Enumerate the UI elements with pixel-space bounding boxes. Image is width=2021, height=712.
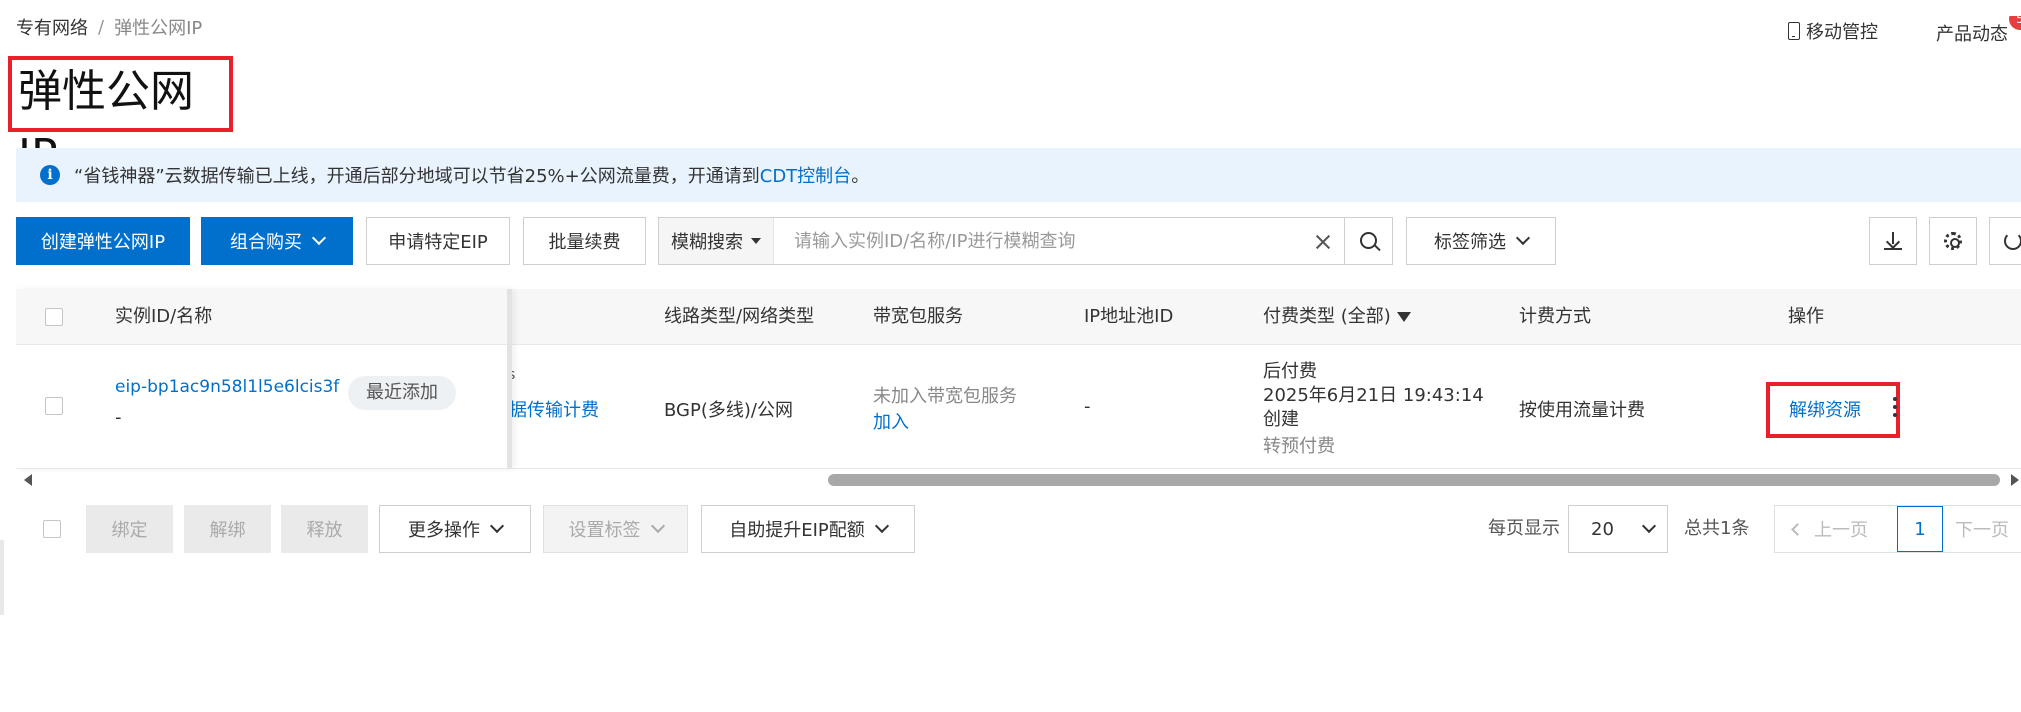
scroll-left-icon[interactable] xyxy=(24,474,32,486)
download-button[interactable] xyxy=(1869,217,1917,265)
mobile-control-label: 移动管控 xyxy=(1806,22,1878,43)
total-count: 总共1条 xyxy=(1684,518,1750,539)
col-ops: 操作 xyxy=(1788,306,1824,327)
created-time: 2025年6月21日 19:43:14 xyxy=(1263,385,1484,406)
release-label: 释放 xyxy=(306,520,343,541)
refresh-icon xyxy=(2004,232,2021,250)
set-tags-label: 设置标签 xyxy=(568,520,641,541)
ip-pool-value: - xyxy=(1084,396,1091,417)
create-eip-button[interactable]: 创建弹性公网IP xyxy=(16,217,190,265)
breadcrumb-separator: / xyxy=(98,16,105,38)
mobile-phone-icon xyxy=(1788,22,1800,40)
mobile-control-link[interactable]: 移动管控 xyxy=(1788,18,1878,44)
auto-quota-label: 自助提升EIP配额 xyxy=(729,520,865,541)
bottom-select-all-checkbox[interactable] xyxy=(43,520,61,538)
col-ip-pool: IP地址池ID xyxy=(1084,306,1174,327)
bandwidth-status: 未加入带宽包服务 xyxy=(873,386,1017,407)
convert-prepaid-link[interactable]: 转预付费 xyxy=(1263,432,1335,458)
billing-value: 按使用流量计费 xyxy=(1519,400,1645,421)
prev-page-button[interactable]: 上一页 xyxy=(1775,516,1897,542)
search-mode-label: 模糊搜索 xyxy=(671,232,743,253)
col-pay-type[interactable]: 付费类型 (全部) xyxy=(1263,289,1411,345)
more-vertical-icon[interactable] xyxy=(1893,397,1897,417)
current-page-button[interactable]: 1 xyxy=(1897,506,1943,552)
col-billing: 计费方式 xyxy=(1519,306,1591,327)
info-icon: i xyxy=(40,165,60,185)
combo-buy-label: 组合购买 xyxy=(230,232,302,253)
tag-filter-button[interactable]: 标签筛选 xyxy=(1406,217,1556,265)
tag-filter-label: 标签筛选 xyxy=(1434,232,1506,253)
breadcrumb: 专有网络 / 弹性公网IP xyxy=(16,14,202,40)
billing-link[interactable]: 据传输计费 xyxy=(509,396,599,422)
auto-quota-button[interactable]: 自助提升EIP配额 xyxy=(701,505,915,553)
breadcrumb-current: 弹性公网IP xyxy=(114,18,203,39)
caret-down-icon xyxy=(751,238,761,244)
search-box: 模糊搜索 xyxy=(658,217,1393,265)
download-icon xyxy=(1884,232,1902,250)
create-eip-label: 创建弹性公网IP xyxy=(40,232,166,253)
chevron-left-icon xyxy=(1791,522,1804,536)
filter-icon[interactable] xyxy=(1396,312,1411,322)
bind-button[interactable]: 绑定 xyxy=(86,505,173,553)
breadcrumb-parent[interactable]: 专有网络 xyxy=(16,14,88,40)
col-bandwidth-pkg: 带宽包服务 xyxy=(873,306,963,327)
bind-label: 绑定 xyxy=(111,520,148,541)
page-size-value: 20 xyxy=(1591,518,1614,540)
notice-banner: i “省钱神器”云数据传输已上线，开通后部分地域可以节省25%+公网流量费，开通… xyxy=(16,148,2021,202)
batch-renew-label: 批量续费 xyxy=(548,232,621,253)
apply-specific-eip-button[interactable]: 申请特定EIP xyxy=(366,217,510,265)
per-page-label: 每页显示 xyxy=(1488,518,1560,539)
pay-type-value: 后付费 xyxy=(1263,361,1317,382)
cdt-console-link[interactable]: CDT控制台 xyxy=(760,162,851,188)
refresh-button[interactable] xyxy=(1989,217,2021,265)
more-ops-label: 更多操作 xyxy=(408,520,480,541)
pagination: 上一页 1 下一页 xyxy=(1774,505,2021,553)
product-news-link[interactable]: 产品动态 5 xyxy=(1936,16,2021,46)
next-page-label: 下一页 xyxy=(1955,520,2009,541)
unbind-button[interactable]: 解绑 xyxy=(184,505,271,553)
chevron-down-icon xyxy=(650,518,665,534)
created-label: 创建 xyxy=(1263,409,1299,430)
chevron-down-icon xyxy=(874,518,889,534)
col-line-type: 线路类型/网络类型 xyxy=(664,306,815,327)
left-edge-divider xyxy=(0,540,4,615)
fixed-column-shadow xyxy=(16,289,512,469)
next-page-button[interactable]: 下一页 xyxy=(1943,516,2021,542)
chevron-down-icon xyxy=(489,518,505,534)
header-actions: 移动管控 产品动态 5 xyxy=(1788,16,2021,46)
prev-page-label: 上一页 xyxy=(1814,520,1868,541)
chevron-down-icon xyxy=(1515,230,1531,246)
page-size-select[interactable]: 20 xyxy=(1568,505,1668,553)
search-mode-select[interactable]: 模糊搜索 xyxy=(659,218,774,264)
product-news-label: 产品动态 xyxy=(1936,24,2008,45)
scroll-thumb[interactable] xyxy=(828,474,2000,486)
batch-renew-button[interactable]: 批量续费 xyxy=(523,217,646,265)
search-input[interactable] xyxy=(774,218,1300,264)
horizontal-scrollbar[interactable] xyxy=(16,469,2021,491)
chevron-down-icon xyxy=(311,230,327,246)
notice-suffix: 。 xyxy=(851,166,870,187)
scroll-right-icon[interactable] xyxy=(2011,474,2019,486)
line-type-value: BGP(多线)/公网 xyxy=(664,400,793,421)
clear-icon[interactable] xyxy=(1300,218,1344,264)
settings-button[interactable] xyxy=(1929,217,1977,265)
more-ops-button[interactable]: 更多操作 xyxy=(379,505,531,553)
page-title-highlight: 弹性公网IP xyxy=(8,56,233,181)
gear-icon xyxy=(1944,232,1962,250)
bottom-bar: 绑定 解绑 释放 更多操作 设置标签 自助提升EIP配额 每页显示 20 总共1… xyxy=(16,505,2021,553)
col-pay-type-label: 付费类型 (全部) xyxy=(1263,306,1391,327)
toolbar: 创建弹性公网IP 组合购买 申请特定EIP 批量续费 模糊搜索 标签筛选 xyxy=(16,217,2021,265)
chevron-down-icon xyxy=(1641,518,1656,534)
search-icon[interactable] xyxy=(1344,218,1392,264)
unbind-label: 解绑 xyxy=(209,520,246,541)
bandwidth-join-link[interactable]: 加入 xyxy=(873,408,909,434)
release-button[interactable]: 释放 xyxy=(281,505,368,553)
notice-text: “省钱神器”云数据传输已上线，开通后部分地域可以节省25%+公网流量费，开通请到 xyxy=(74,166,760,187)
set-tags-button[interactable]: 设置标签 xyxy=(543,505,688,553)
unbind-highlight xyxy=(1766,382,1900,438)
eip-table: 实例ID/名称 线路类型/网络类型 带宽包服务 IP地址池ID 付费类型 (全部… xyxy=(16,289,2021,469)
combo-buy-button[interactable]: 组合购买 xyxy=(201,217,353,265)
apply-specific-label: 申请特定EIP xyxy=(388,232,488,253)
news-badge: 5 xyxy=(2009,16,2021,30)
